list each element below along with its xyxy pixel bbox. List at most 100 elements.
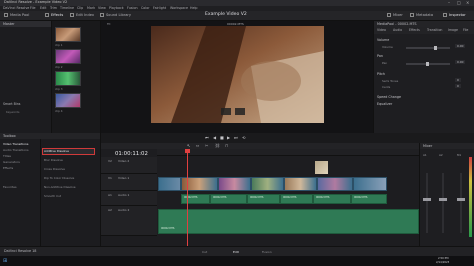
fx-category-effects[interactable]: Effects [3,166,13,170]
menu-timeline[interactable]: Timeline [60,6,74,10]
menu-clip[interactable]: Clip [77,6,83,10]
link-icon[interactable]: ⛓ [215,143,220,148]
effects-button[interactable]: Effects [45,13,63,17]
timeline-ruler[interactable] [157,149,419,156]
track-header-v1[interactable]: V1 Video 1 [101,174,157,191]
razor-tool-icon[interactable]: ✂ [205,143,208,148]
playhead-handle[interactable] [185,149,190,153]
metadata-button[interactable]: Metadata [410,13,433,17]
minimize-icon[interactable]: – [448,0,450,5]
tab-video[interactable]: Video [377,28,386,32]
close-icon[interactable]: × [466,0,469,5]
loop-icon[interactable]: ⟲ [242,135,245,140]
section-equalizer[interactable]: Equalizer [377,102,392,106]
menu-fusion[interactable]: Fusion [127,6,138,10]
reverse-play-icon[interactable]: ◀ [213,135,216,140]
menu-davinci[interactable]: DaVinci Resolve [3,6,29,10]
track-header-v2[interactable]: V2 Video 2 [101,157,157,174]
clip-thumbnail[interactable] [55,49,81,64]
pan-value[interactable]: 0.00 [455,60,466,64]
clip-thumbnail[interactable] [55,93,81,108]
track-header-a1[interactable]: A1 Audio 1 [101,191,157,206]
timeline-clip-video[interactable] [317,177,353,191]
inspector-button[interactable]: Inspector [443,13,466,17]
clip-thumbnail[interactable] [55,71,81,86]
timeline-clip-video[interactable] [218,177,251,191]
menu-color[interactable]: Color [141,6,150,10]
fader-a1[interactable] [426,173,428,233]
snap-icon[interactable]: ⊓ [225,143,228,148]
volume-slider[interactable] [406,46,450,50]
last-frame-icon[interactable]: ⏭ [234,135,238,140]
timeline-clip-video[interactable] [158,177,181,191]
page-tab-cut[interactable]: Cut [202,250,207,254]
play-icon[interactable]: ▶ [227,135,230,140]
volume-value[interactable]: 0.00 [455,44,466,48]
fx-blur-dissolve[interactable]: Blur Dissolve [44,158,63,162]
fx-additive-dissolve[interactable]: Additive Dissolve [44,149,69,153]
pan-slider[interactable] [406,62,450,66]
fx-category-favorites[interactable]: Favorites [3,185,17,189]
menu-view[interactable]: View [98,6,106,10]
tab-file[interactable]: File [463,28,468,32]
first-frame-icon[interactable]: ⏮ [205,135,209,140]
smart-bins-label[interactable]: Smart Bins [3,102,20,106]
cents-value[interactable]: 0 [455,84,461,88]
fx-category-video-transitions[interactable]: Video Transitions [3,142,28,146]
sound-library-button[interactable]: Sound Library [100,13,131,17]
tab-effects[interactable]: Effects [409,28,420,32]
maximize-icon[interactable]: □ [457,0,461,5]
page-tab-fusion[interactable]: Fusion [262,250,272,254]
timeline-clip-audio[interactable]: 00002.MTS [210,194,247,204]
track-header-a2[interactable]: A2 Audio 2 [101,206,157,236]
selection-tool-icon[interactable]: ↖ [187,143,190,148]
fx-dip-to-color[interactable]: Dip To Color Dissolve [44,176,74,180]
bin-master[interactable]: Master [0,21,51,27]
timeline-clip-audio[interactable]: 00002.MTS [247,194,280,204]
section-pan[interactable]: Pan [377,54,383,58]
menu-fairlight[interactable]: Fairlight [153,6,166,10]
section-pitch[interactable]: Pitch [377,72,385,76]
timeline-clip-audio[interactable]: 00002.MTS [351,194,387,204]
timeline-clip-video[interactable] [353,177,387,191]
menu-workspace[interactable]: Workspace [170,6,188,10]
fx-category-audio-transitions[interactable]: Audio Transitions [3,148,29,152]
fx-category-titles[interactable]: Titles [3,154,11,158]
start-icon[interactable]: ⊞ [3,258,7,264]
fx-non-additive-dissolve[interactable]: Non-Additive Dissolve [44,185,76,189]
tab-audio[interactable]: Audio [393,28,402,32]
fader-knob-m1[interactable] [457,198,465,201]
mixer-button[interactable]: Mixer [387,13,403,17]
semitones-value[interactable]: 0 [455,78,461,82]
section-volume[interactable]: Volume [377,38,389,42]
playhead[interactable] [187,149,188,246]
fader-a2[interactable] [442,173,444,233]
timeline-clip-audio[interactable]: 00002.MTS [181,194,210,204]
timeline-clip-audio-long[interactable]: 00002.MTS [158,209,419,234]
fader-knob-a2[interactable] [439,198,447,201]
fx-cross-dissolve[interactable]: Cross Dissolve [44,167,65,171]
timeline-clip-video[interactable] [284,177,317,191]
menu-file[interactable]: File [30,6,36,10]
viewer-zoom[interactable]: Fit [107,22,111,26]
fader-knob-a1[interactable] [423,198,431,201]
timeline-clip-audio[interactable]: 00002.MTS [313,194,351,204]
keywords-bin[interactable]: Keywords [6,110,19,114]
stop-icon[interactable]: ■ [220,135,224,140]
timeline-clip-audio[interactable]: 00002.MTS [280,194,313,204]
page-tab-edit[interactable]: Edit [233,250,239,254]
section-speed-change[interactable]: Speed Change [377,95,401,99]
fader-m1[interactable] [460,173,462,233]
fx-category-generators[interactable]: Generators [3,160,20,164]
tab-image[interactable]: Image [448,28,458,32]
trim-tool-icon[interactable]: ⇔ [196,143,199,148]
tab-transition[interactable]: Transition [427,28,442,32]
menu-edit[interactable]: Edit [40,6,46,10]
clip-thumbnail[interactable] [55,27,81,42]
menu-help[interactable]: Help [190,6,198,10]
fx-smooth-cut[interactable]: Smooth Cut [44,194,61,198]
timeline-clip-video[interactable] [251,177,284,191]
media-pool-button[interactable]: Media Pool [4,13,29,17]
menu-trim[interactable]: Trim [50,6,57,10]
menu-playback[interactable]: Playback [109,6,124,10]
